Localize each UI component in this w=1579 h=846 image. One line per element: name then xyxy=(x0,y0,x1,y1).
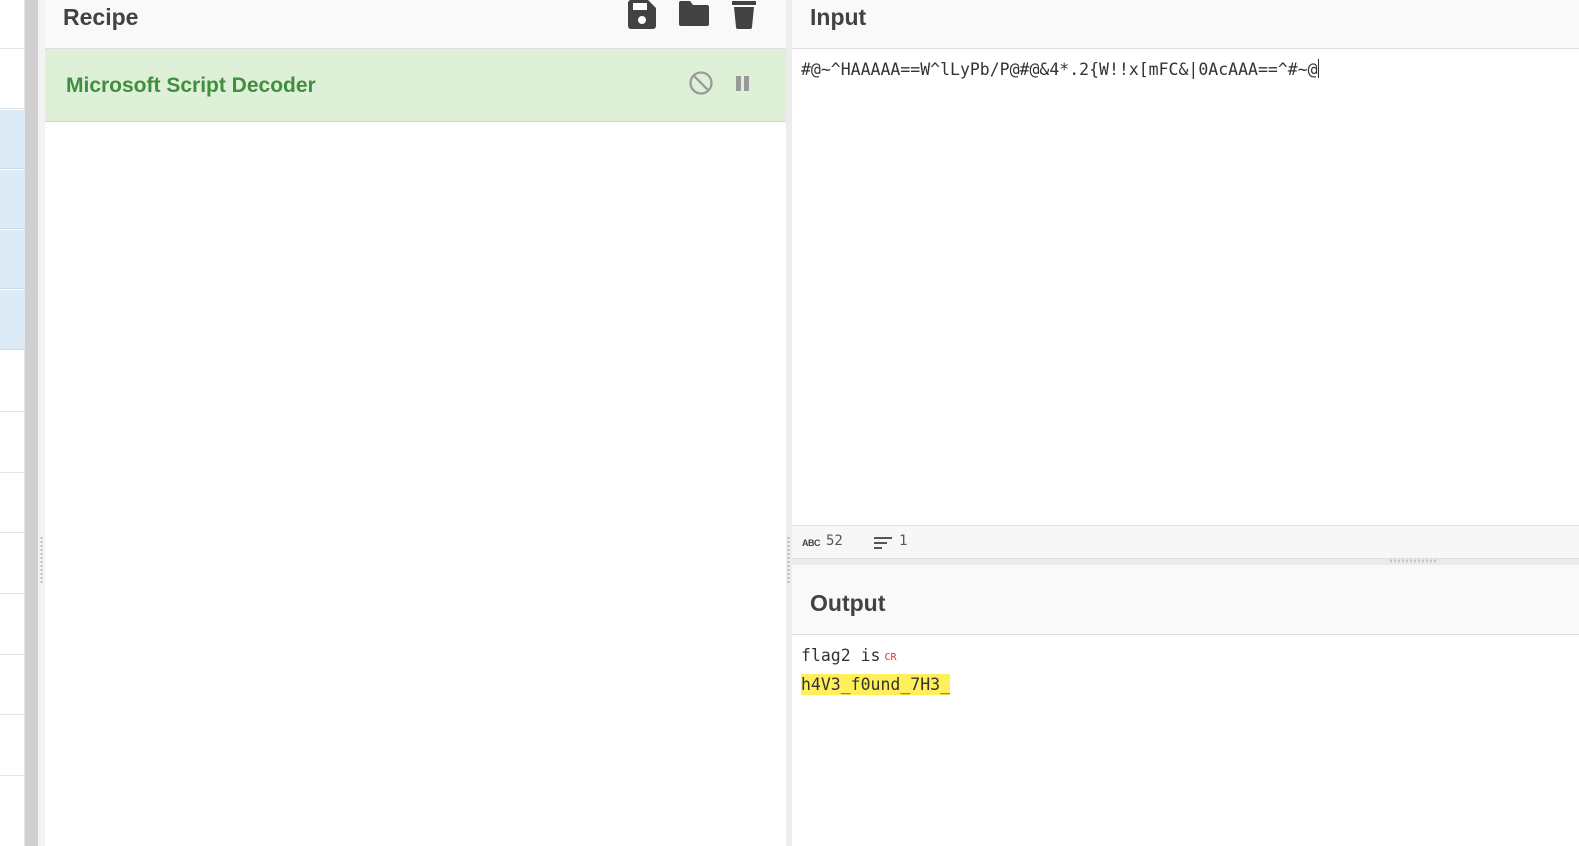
abc-icon: ABC xyxy=(802,538,821,548)
lines-icon xyxy=(874,537,892,549)
output-line-1: flag2 is xyxy=(801,646,881,665)
io-pane: Input #@~^HAAAAA==W^lLyPb/P@#@&4*.2{W!!x… xyxy=(792,0,1579,846)
trash-icon xyxy=(732,1,756,29)
line-count: 1 xyxy=(899,533,908,549)
list-divider xyxy=(0,532,25,533)
pause-icon xyxy=(736,76,749,91)
list-divider xyxy=(0,411,25,412)
list-divider xyxy=(0,775,25,776)
resize-grip xyxy=(787,536,790,584)
input-header: Input xyxy=(792,0,1579,49)
load-recipe-button[interactable] xyxy=(678,0,710,30)
resize-grip xyxy=(1389,559,1437,563)
breakpoint-button[interactable] xyxy=(731,72,755,96)
recipe-pane: Recipe Microsoft Script Decoder xyxy=(45,0,786,846)
input-value: #@~^HAAAAA==W^lLyPb/P@#@&4*.2{W!!x[mFC&|… xyxy=(801,60,1318,79)
list-divider xyxy=(0,472,25,473)
operation-name: Microsoft Script Decoder xyxy=(66,74,316,97)
text-caret xyxy=(1317,59,1319,78)
pane-resize-handle[interactable] xyxy=(38,0,45,846)
list-divider xyxy=(0,714,25,715)
input-textarea[interactable]: #@~^HAAAAA==W^lLyPb/P@#@&4*.2{W!!x[mFC&|… xyxy=(801,59,1319,79)
list-divider xyxy=(0,593,25,594)
list-divider xyxy=(0,654,25,655)
operations-list-strip xyxy=(0,0,25,846)
list-item[interactable] xyxy=(0,170,25,229)
save-icon xyxy=(628,0,656,29)
list-divider xyxy=(0,48,25,49)
output-line[interactable]: h4V3_f0und_7H3_ xyxy=(801,674,951,695)
output-line-2: h4V3_f0und_7H3_ xyxy=(801,674,951,695)
disable-operation-button[interactable] xyxy=(688,70,714,96)
disable-icon xyxy=(689,71,713,95)
list-item[interactable] xyxy=(0,290,25,350)
folder-icon xyxy=(679,1,709,26)
list-divider xyxy=(0,108,25,109)
char-count: 52 xyxy=(826,533,843,549)
recipe-operation[interactable]: Microsoft Script Decoder xyxy=(45,49,786,122)
output-line[interactable]: flag2 is CR xyxy=(801,646,897,665)
output-header: Output xyxy=(792,565,1579,635)
output-title: Output xyxy=(810,590,886,616)
clear-recipe-button[interactable] xyxy=(731,0,757,30)
list-item[interactable] xyxy=(0,110,25,169)
input-title: Input xyxy=(810,4,867,30)
input-status-bar: ABC 52 1 xyxy=(792,525,1579,559)
recipe-title: Recipe xyxy=(63,4,139,30)
save-recipe-button[interactable] xyxy=(627,0,657,30)
scrollbar-track[interactable] xyxy=(25,0,38,846)
recipe-header: Recipe xyxy=(45,0,786,49)
resize-grip xyxy=(40,536,43,584)
cr-marker: CR xyxy=(884,652,897,663)
list-item[interactable] xyxy=(0,230,25,289)
